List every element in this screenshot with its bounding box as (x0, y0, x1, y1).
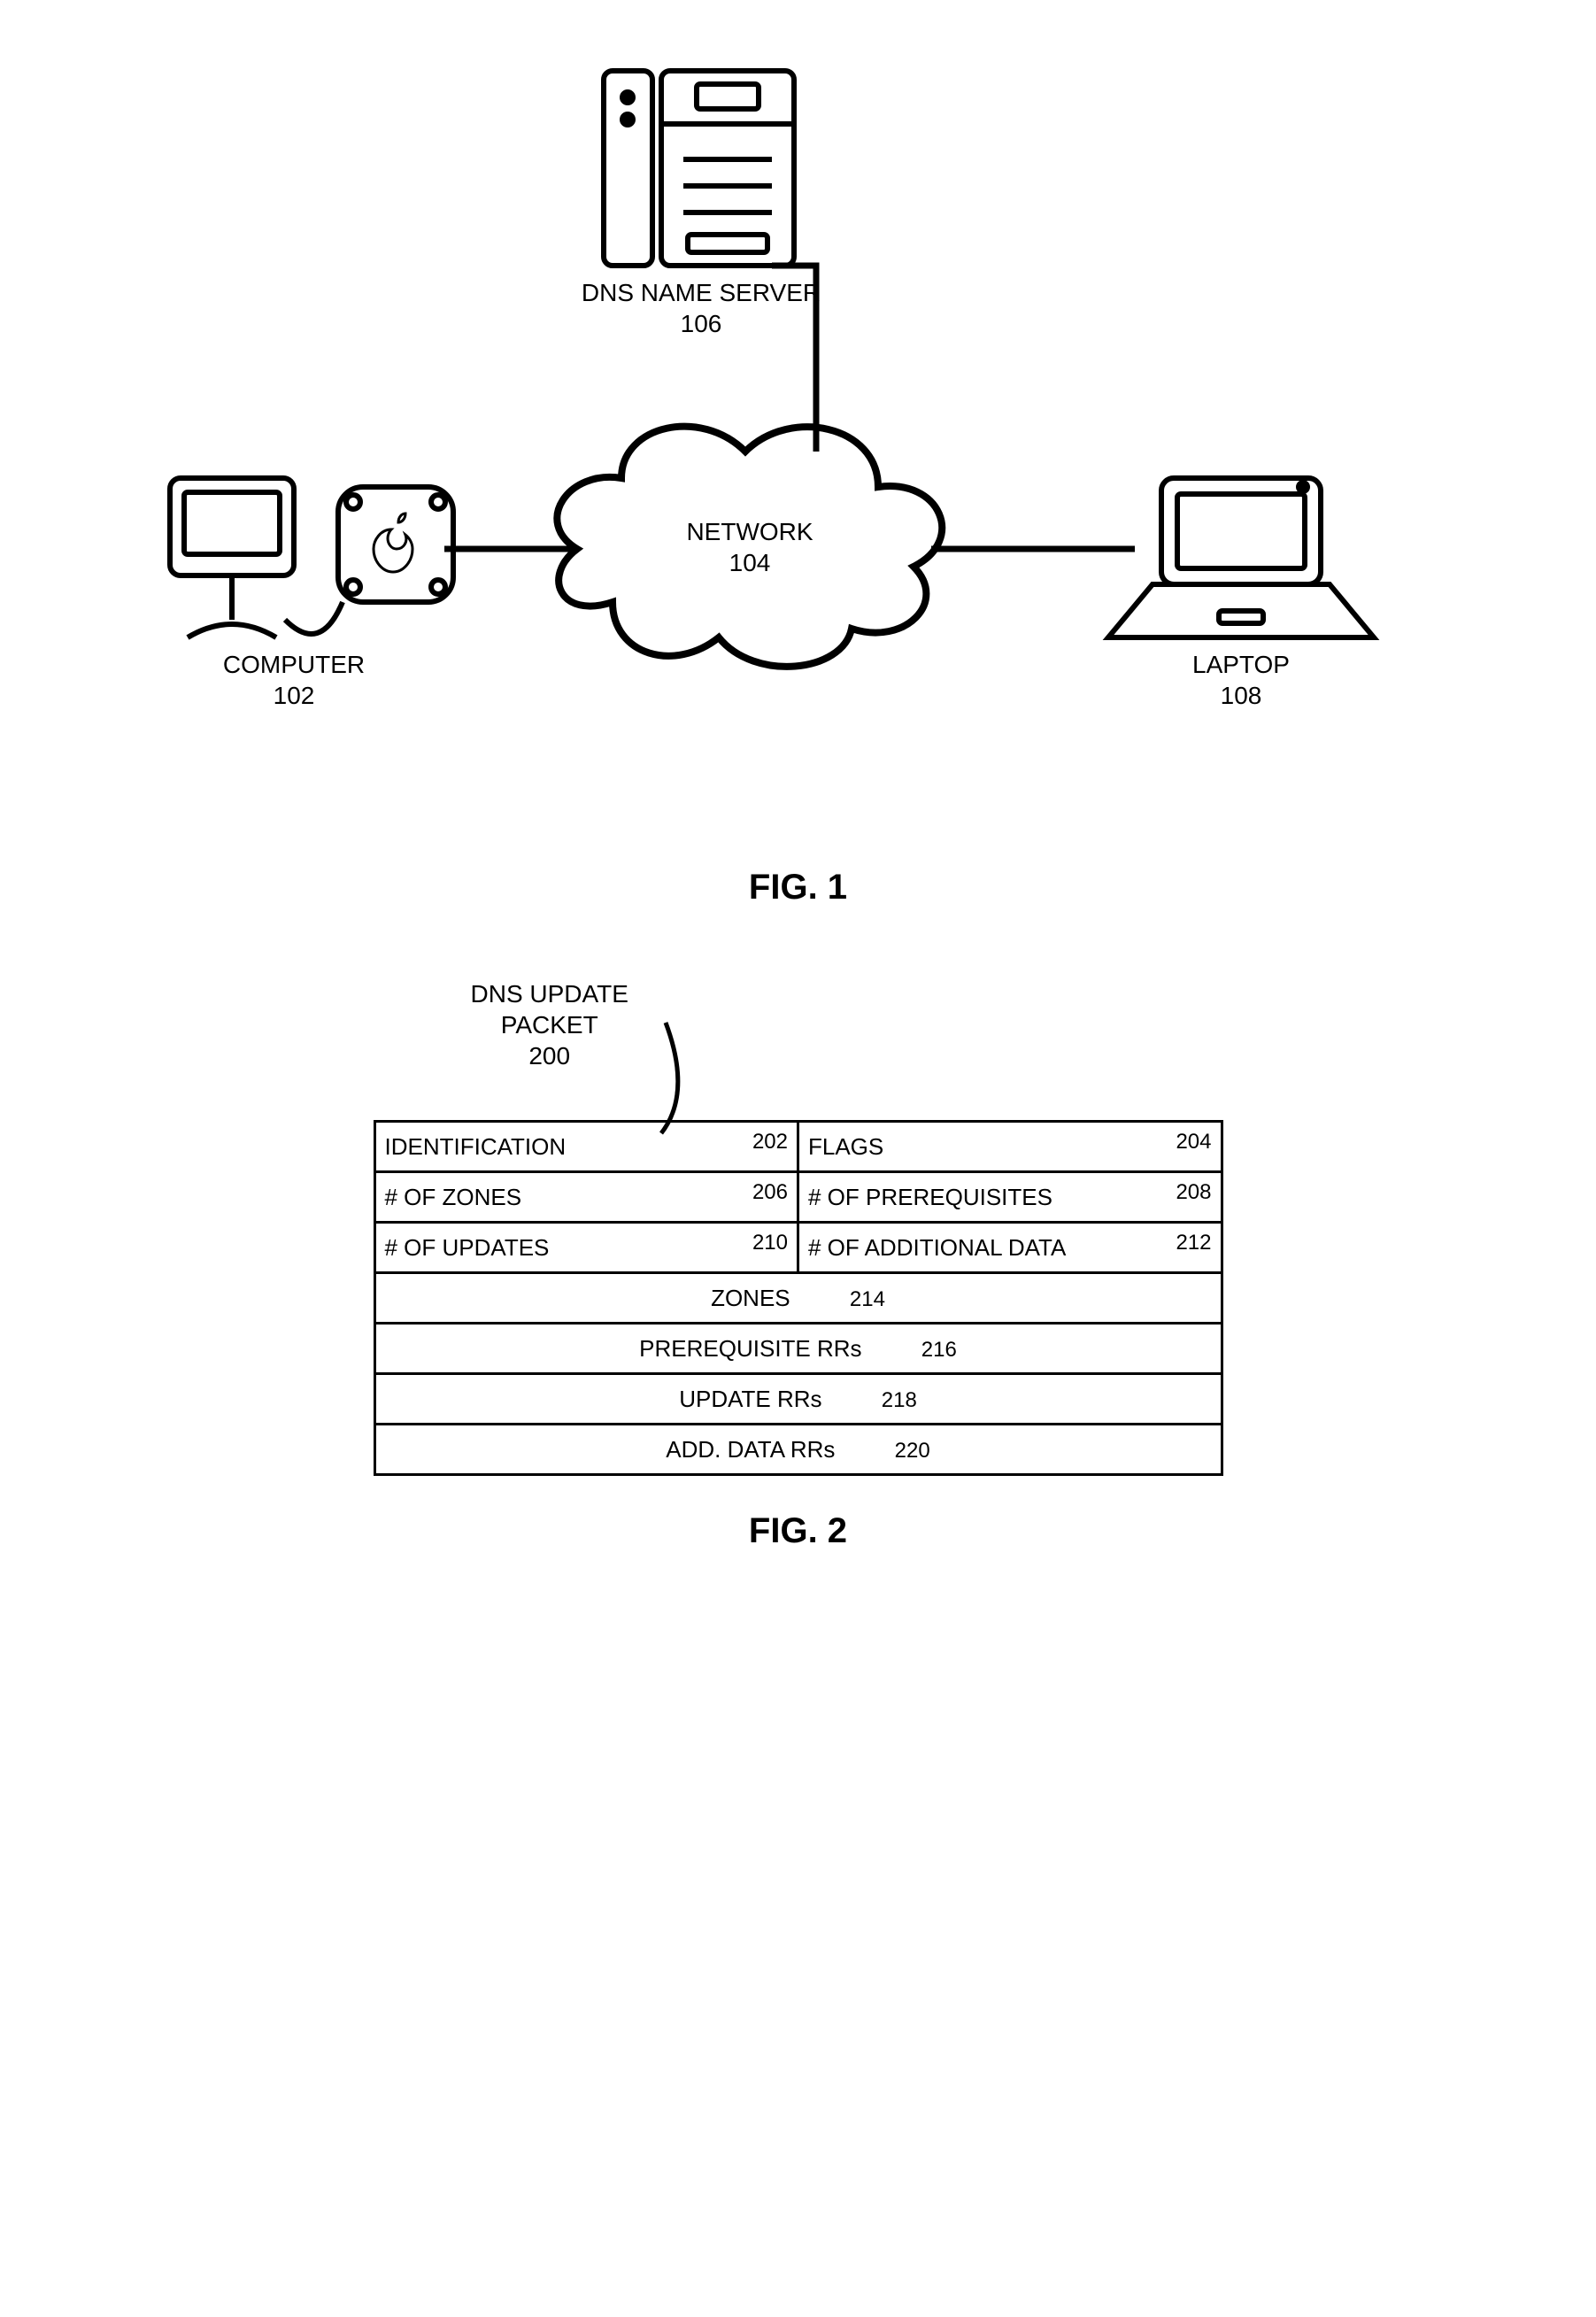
computer-num: 102 (273, 682, 314, 709)
cell-additional-count: # OF ADDITIONAL DATA 212 (798, 1223, 1222, 1273)
network-num: 104 (729, 549, 770, 576)
packet-header-num: 200 (528, 1042, 570, 1070)
cell-num: 220 (868, 1439, 930, 1464)
network-cloud-icon (557, 427, 942, 667)
cell-num: 212 (1176, 1231, 1211, 1255)
cell-label: PREREQUISITE RRs (639, 1335, 888, 1363)
cell-zones-count: # OF ZONES 206 (374, 1172, 798, 1223)
packet-header: DNS UPDATE PACKET 200 (374, 978, 1223, 1120)
cell-identification: IDENTIFICATION 202 (374, 1122, 798, 1172)
cell-prereq-rrs: PREREQUISITE RRs 216 (374, 1324, 1222, 1374)
cell-prereq-count: # OF PREREQUISITES 208 (798, 1172, 1222, 1223)
cell-num: 206 (752, 1180, 788, 1205)
cell-num: 218 (855, 1388, 917, 1413)
laptop-label: LAPTOP (1192, 651, 1290, 678)
cell-label: ZONES (711, 1285, 817, 1312)
computer-label: COMPUTER (222, 651, 364, 678)
cell-num: 214 (823, 1287, 885, 1312)
network-label: NETWORK (686, 518, 813, 545)
cell-label: # OF UPDATES (385, 1234, 550, 1261)
cell-num: 208 (1176, 1180, 1211, 1205)
cell-num: 216 (895, 1338, 957, 1363)
computer-icon (170, 478, 453, 637)
cell-num: 210 (752, 1231, 788, 1255)
cell-label: ADD. DATA RRs (666, 1436, 861, 1464)
laptop-icon (1108, 478, 1374, 637)
cell-label: # OF PREREQUISITES (808, 1184, 1052, 1210)
cell-label: # OF ZONES (385, 1184, 522, 1210)
cell-flags: FLAGS 204 (798, 1122, 1222, 1172)
cell-update-rrs: UPDATE RRs 218 (374, 1374, 1222, 1425)
dns-label: DNS NAME SERVER (581, 279, 820, 306)
cell-num: 204 (1176, 1130, 1211, 1155)
figure-1: DNS NAME SERVER 106 NETWORK 104 (46, 35, 1551, 907)
packet-arrow-icon (657, 996, 790, 1138)
fig1-svg: DNS NAME SERVER 106 NETWORK 104 (135, 35, 1462, 832)
cell-num: 202 (752, 1130, 788, 1155)
dns-server-icon (604, 71, 794, 266)
cell-add-data-rrs: ADD. DATA RRs 220 (374, 1425, 1222, 1475)
dns-update-packet-table: IDENTIFICATION 202 FLAGS 204 # OF ZONES … (374, 1120, 1223, 1476)
fig2-caption: FIG. 2 (35, 1511, 1561, 1551)
cell-label: UPDATE RRs (679, 1386, 848, 1413)
cell-label: # OF ADDITIONAL DATA (808, 1234, 1066, 1261)
cell-updates-count: # OF UPDATES 210 (374, 1223, 798, 1273)
laptop-num: 108 (1220, 682, 1261, 709)
cell-label: IDENTIFICATION (385, 1133, 567, 1160)
fig1-caption: FIG. 1 (46, 868, 1551, 907)
packet-header-label: DNS UPDATE PACKET (471, 980, 628, 1039)
dns-num: 106 (680, 310, 721, 337)
cell-zones: ZONES 214 (374, 1273, 1222, 1324)
cell-label: FLAGS (808, 1133, 883, 1160)
